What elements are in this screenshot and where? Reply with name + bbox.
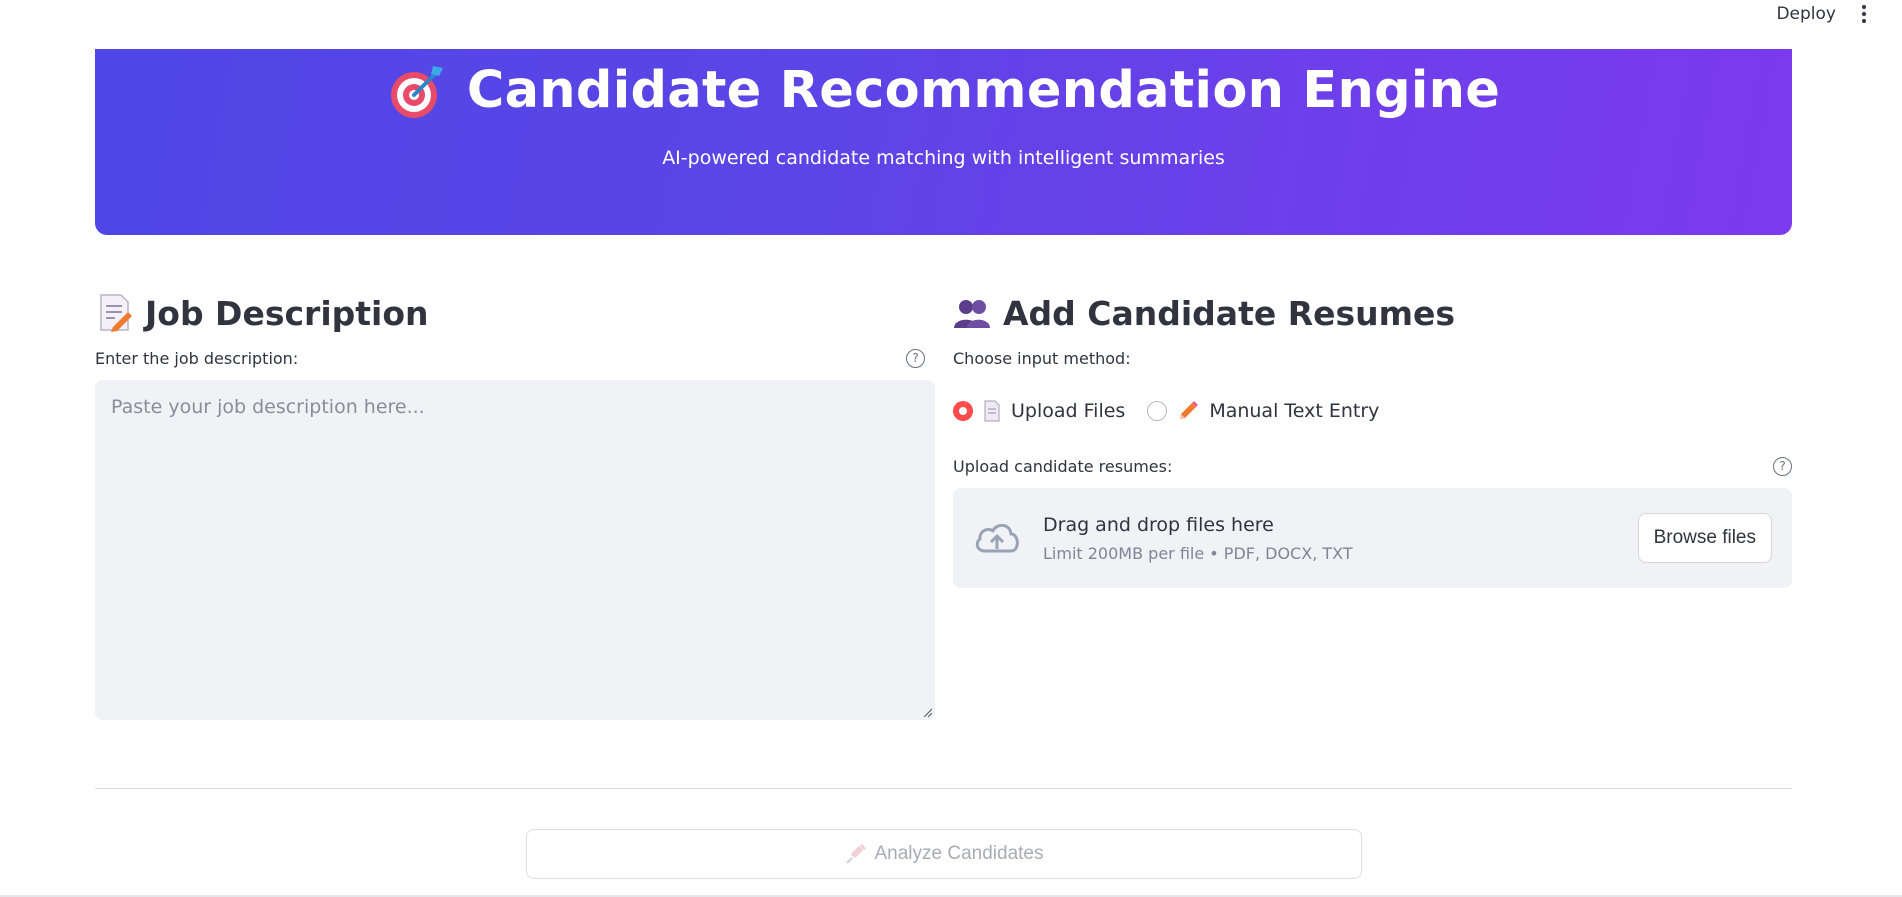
radio-upload-files[interactable]: Upload Files bbox=[953, 400, 1125, 422]
file-dropzone[interactable]: Drag and drop files here Limit 200MB per… bbox=[953, 488, 1792, 588]
job-description-heading-text: Job Description bbox=[145, 293, 429, 333]
job-description-label: Enter the job description: bbox=[95, 348, 299, 368]
people-icon bbox=[954, 300, 990, 328]
divider bbox=[95, 788, 1792, 789]
document-icon bbox=[984, 400, 1000, 422]
hero-subtitle: AI-powered candidate matching with intel… bbox=[662, 147, 1225, 169]
memo-icon bbox=[100, 294, 132, 332]
input-method-radio-group: Upload Files Manual Text Entry bbox=[953, 396, 1792, 426]
hero-title-text: Candidate Recommendation Engine bbox=[466, 61, 1501, 120]
input-method-label: Choose input method: bbox=[953, 348, 1131, 368]
dropzone-title: Drag and drop files here bbox=[1043, 513, 1274, 536]
syringe-icon bbox=[845, 844, 866, 864]
help-icon[interactable]: ? bbox=[1773, 456, 1792, 476]
radio-manual-text-entry[interactable]: Manual Text Entry bbox=[1147, 400, 1379, 422]
resize-grip-icon[interactable] bbox=[922, 707, 932, 717]
upload-resumes-label: Upload candidate resumes: bbox=[953, 456, 1173, 476]
resumes-section: Add Candidate Resumes Choose input metho… bbox=[953, 290, 1792, 588]
radio-manual-text-entry-label: Manual Text Entry bbox=[1209, 400, 1380, 422]
dropzone-hint: Limit 200MB per file • PDF, DOCX, TXT bbox=[1043, 543, 1353, 563]
resumes-heading-text: Add Candidate Resumes bbox=[1003, 293, 1456, 333]
help-icon[interactable]: ? bbox=[906, 348, 925, 368]
target-icon bbox=[390, 65, 443, 118]
radio-button-selected[interactable] bbox=[953, 401, 973, 421]
page-title: Candidate Recommendation Engine bbox=[95, 61, 1792, 120]
radio-button-unselected[interactable] bbox=[1147, 401, 1168, 421]
analyze-candidates-button[interactable]: Analyze Candidates bbox=[526, 829, 1362, 879]
main-menu-icon[interactable] bbox=[1858, 1, 1870, 27]
job-description-textarea[interactable]: Paste your job description here... bbox=[95, 380, 935, 720]
hero-banner: Candidate Recommendation Engine AI-power… bbox=[95, 49, 1792, 235]
top-toolbar: Deploy bbox=[1776, 0, 1902, 28]
job-description-section: Job Description Enter the job descriptio… bbox=[95, 290, 935, 720]
job-description-placeholder: Paste your job description here... bbox=[111, 396, 425, 418]
analyze-candidates-label: Analyze Candidates bbox=[874, 843, 1044, 864]
pencil-icon bbox=[1180, 401, 1199, 419]
radio-upload-files-label: Upload Files bbox=[1011, 400, 1126, 422]
cloud-upload-icon bbox=[975, 523, 1019, 553]
resumes-heading: Add Candidate Resumes bbox=[953, 290, 1792, 336]
deploy-button[interactable]: Deploy bbox=[1776, 4, 1836, 24]
job-description-heading: Job Description bbox=[95, 290, 935, 336]
browse-files-button[interactable]: Browse files bbox=[1637, 513, 1772, 563]
